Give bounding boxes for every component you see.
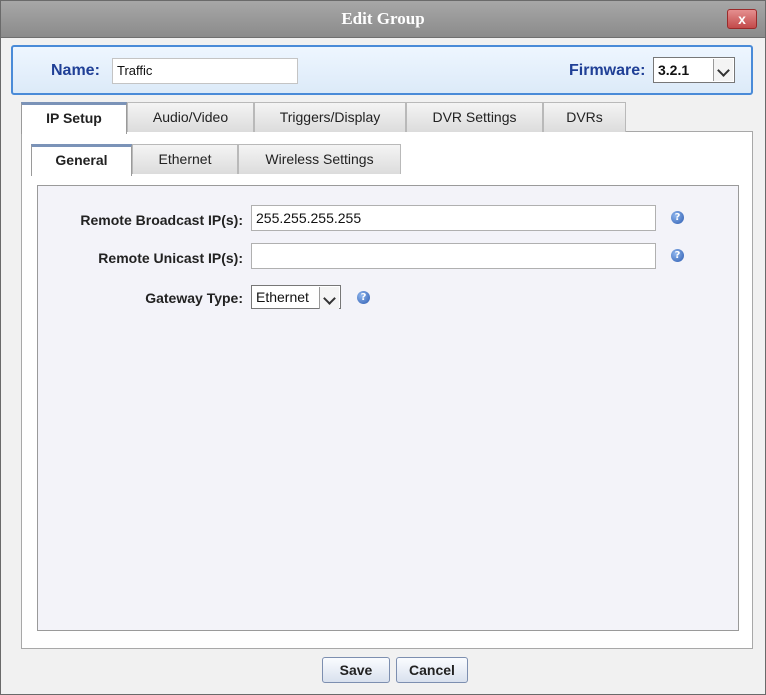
tab-ip-setup[interactable]: IP Setup [21, 102, 127, 134]
gateway-type-select[interactable]: Ethernet [251, 285, 341, 309]
subtab-general[interactable]: General [31, 144, 132, 176]
help-icon[interactable]: ? [671, 211, 684, 224]
firmware-select[interactable]: 3.2.1 [653, 57, 735, 83]
dialog-title: Edit Group [341, 9, 425, 28]
name-input[interactable]: Traffic [112, 58, 298, 84]
gateway-type-value: Ethernet [256, 289, 309, 305]
tab-audio-video[interactable]: Audio/Video [127, 102, 254, 132]
remote-broadcast-input[interactable]: 255.255.255.255 [251, 205, 656, 231]
firmware-label: Firmware: [569, 62, 646, 79]
edit-group-dialog: Edit Group x Name: Traffic Firmware: 3.2… [0, 0, 766, 695]
firmware-value: 3.2.1 [658, 62, 690, 78]
title-bar[interactable]: Edit Group x [1, 1, 765, 38]
chevron-down-icon[interactable] [319, 287, 339, 309]
remote-unicast-input[interactable] [251, 243, 656, 269]
tab-dvr-settings[interactable]: DVR Settings [406, 102, 543, 132]
subtab-ethernet[interactable]: Ethernet [132, 144, 238, 174]
chevron-down-icon[interactable] [713, 59, 733, 81]
group-header-bar: Name: Traffic Firmware: 3.2.1 [11, 45, 753, 95]
tab-dvrs[interactable]: DVRs [543, 102, 626, 132]
gateway-type-label: Gateway Type: [145, 290, 243, 306]
help-icon[interactable]: ? [357, 291, 370, 304]
close-icon: x [738, 11, 746, 27]
close-button[interactable]: x [727, 9, 757, 29]
subtab-wireless-settings[interactable]: Wireless Settings [238, 144, 401, 174]
remote-broadcast-label: Remote Broadcast IP(s): [80, 212, 243, 228]
cancel-button[interactable]: Cancel [396, 657, 468, 683]
name-label: Name: [51, 62, 100, 79]
tab-triggers-display[interactable]: Triggers/Display [254, 102, 406, 132]
help-icon[interactable]: ? [671, 249, 684, 262]
save-button[interactable]: Save [322, 657, 390, 683]
remote-unicast-label: Remote Unicast IP(s): [98, 250, 243, 266]
